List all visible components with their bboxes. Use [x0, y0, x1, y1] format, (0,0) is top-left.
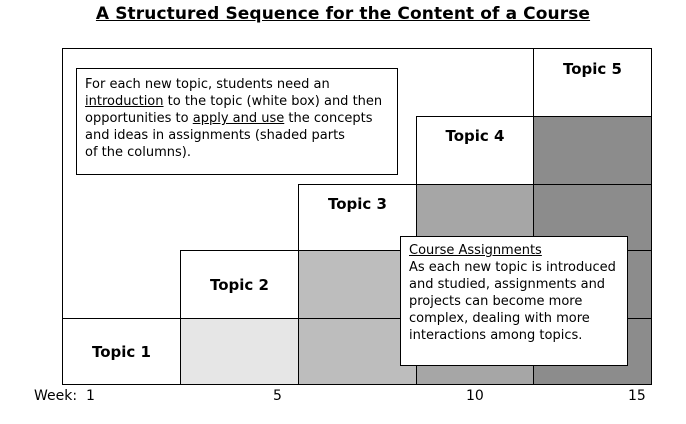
- assignments-note-line5: interactions among topics.: [409, 328, 583, 343]
- assignment-cell-c2-r1: [180, 318, 299, 385]
- assignments-note-line1: As each new topic is introduced: [409, 260, 616, 275]
- topic-2-box: Topic 2: [180, 250, 299, 319]
- assignments-note-line3: projects can become more: [409, 294, 583, 309]
- intro-note-line3-pre: opportunities to: [85, 111, 193, 126]
- topic-1-box: Topic 1: [62, 318, 181, 385]
- topic-4-box: Topic 4: [416, 116, 534, 185]
- assignments-note-line2: and studied, assignments and: [409, 277, 606, 292]
- topic-5-box: Topic 5: [533, 48, 652, 117]
- week-tick-5: 5: [273, 388, 282, 404]
- assignment-cell-c5-r4: [533, 116, 652, 185]
- intro-note-line2-rest: to the topic (white box) and then: [163, 94, 383, 109]
- assignments-note-line4: complex, dealing with more: [409, 311, 590, 326]
- week-axis-label: Week:: [34, 388, 78, 404]
- week-tick-1: 1: [86, 388, 95, 404]
- week-tick-10: 10: [466, 388, 484, 404]
- diagram-title: A Structured Sequence for the Content of…: [95, 4, 591, 24]
- intro-note-line3-post: the concepts: [284, 111, 373, 126]
- intro-note-line5: of the columns).: [85, 145, 191, 160]
- assignments-note: Course Assignments As each new topic is …: [400, 236, 628, 366]
- intro-note-line1: For each new topic, students need an: [85, 77, 330, 92]
- intro-note-introduction: introduction: [85, 94, 164, 109]
- intro-note-line2: introduction to the topic (white box) an…: [85, 93, 397, 110]
- intro-note: For each new topic, students need an int…: [76, 68, 398, 175]
- intro-note-line4: and ideas in assignments (shaded parts: [85, 128, 345, 143]
- week-tick-15: 15: [628, 388, 646, 404]
- assignments-note-heading: Course Assignments: [409, 243, 542, 258]
- intro-note-apply-and-use: apply and use: [192, 111, 285, 126]
- intro-note-line3: opportunities to apply and use the conce…: [85, 110, 397, 127]
